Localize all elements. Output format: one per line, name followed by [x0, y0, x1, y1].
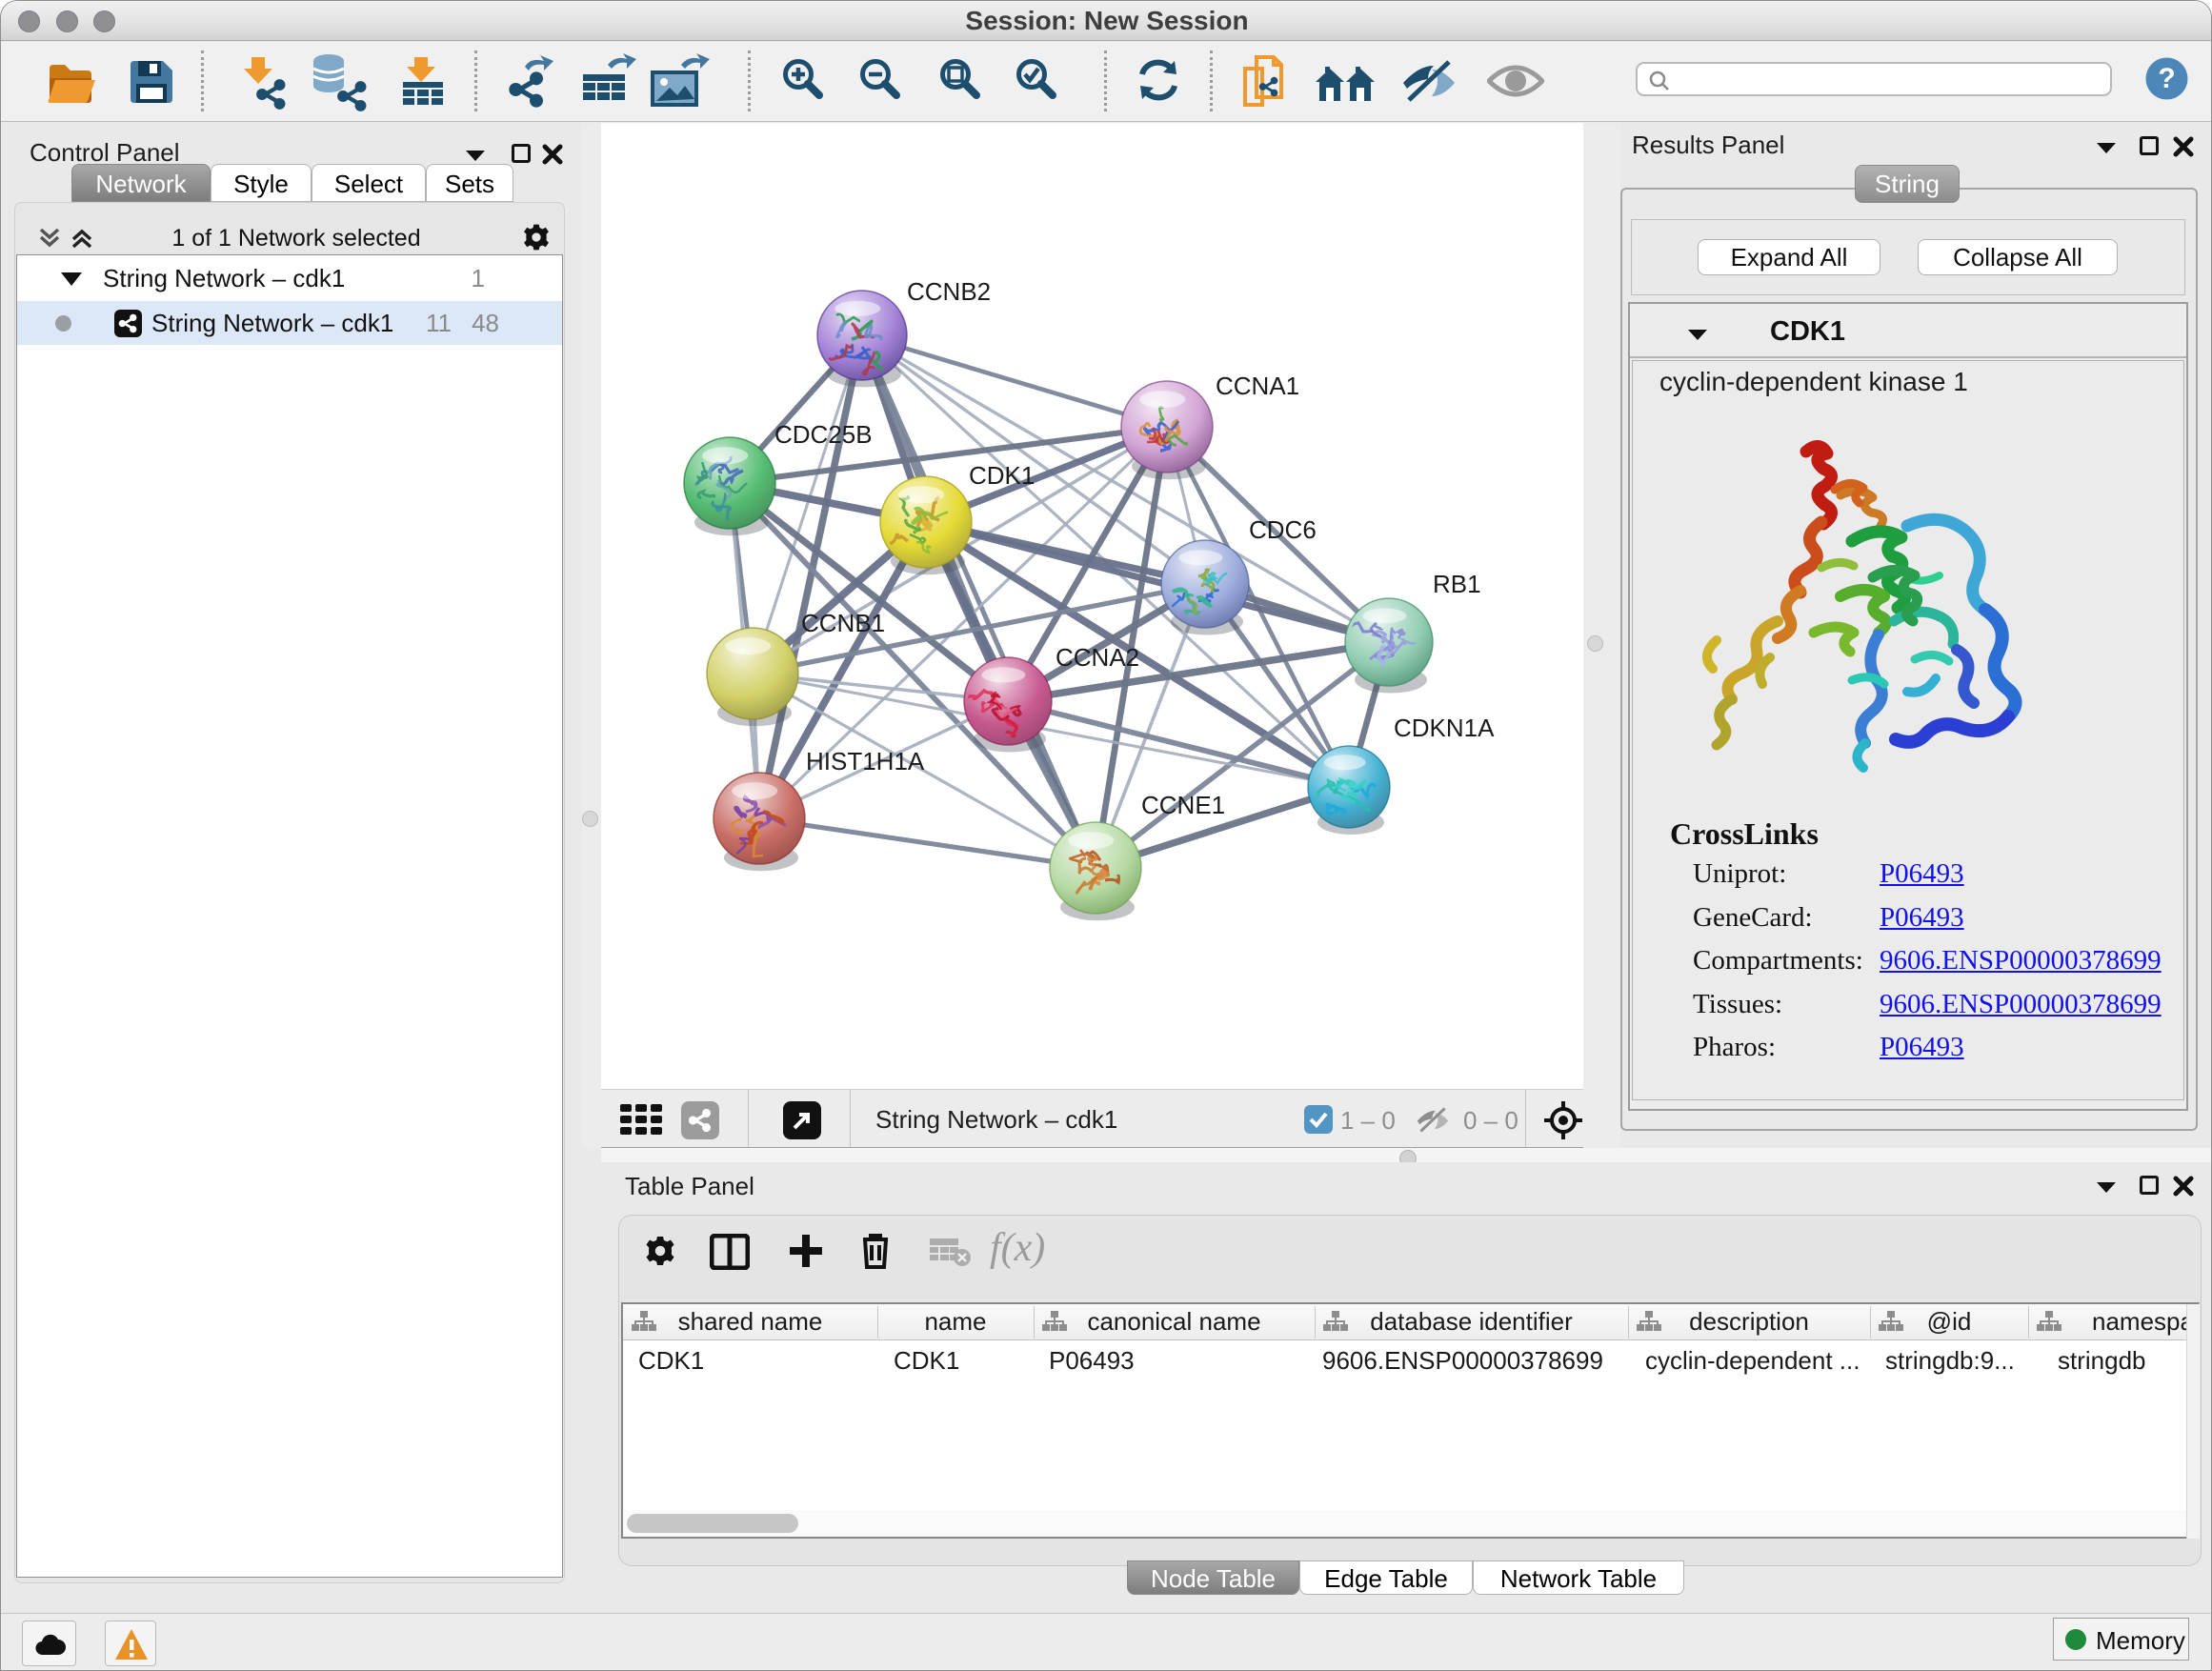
svg-text:?: ?	[2158, 63, 2175, 94]
svg-text:RB1: RB1	[1433, 570, 1481, 598]
svg-text:CCNA2: CCNA2	[1056, 643, 1139, 672]
svg-text:CDC6: CDC6	[1249, 515, 1317, 544]
svg-text:CCNE1: CCNE1	[1141, 791, 1225, 819]
svg-text:HIST1H1A: HIST1H1A	[806, 747, 925, 775]
svg-text:CCNB2: CCNB2	[907, 277, 991, 306]
svg-text:CDC25B: CDC25B	[774, 420, 873, 449]
svg-text:CCNA1: CCNA1	[1216, 372, 1299, 400]
svg-text:CCNB1: CCNB1	[801, 609, 885, 637]
svg-text:CDKN1A: CDKN1A	[1394, 714, 1495, 742]
svg-text:CDK1: CDK1	[969, 461, 1035, 490]
